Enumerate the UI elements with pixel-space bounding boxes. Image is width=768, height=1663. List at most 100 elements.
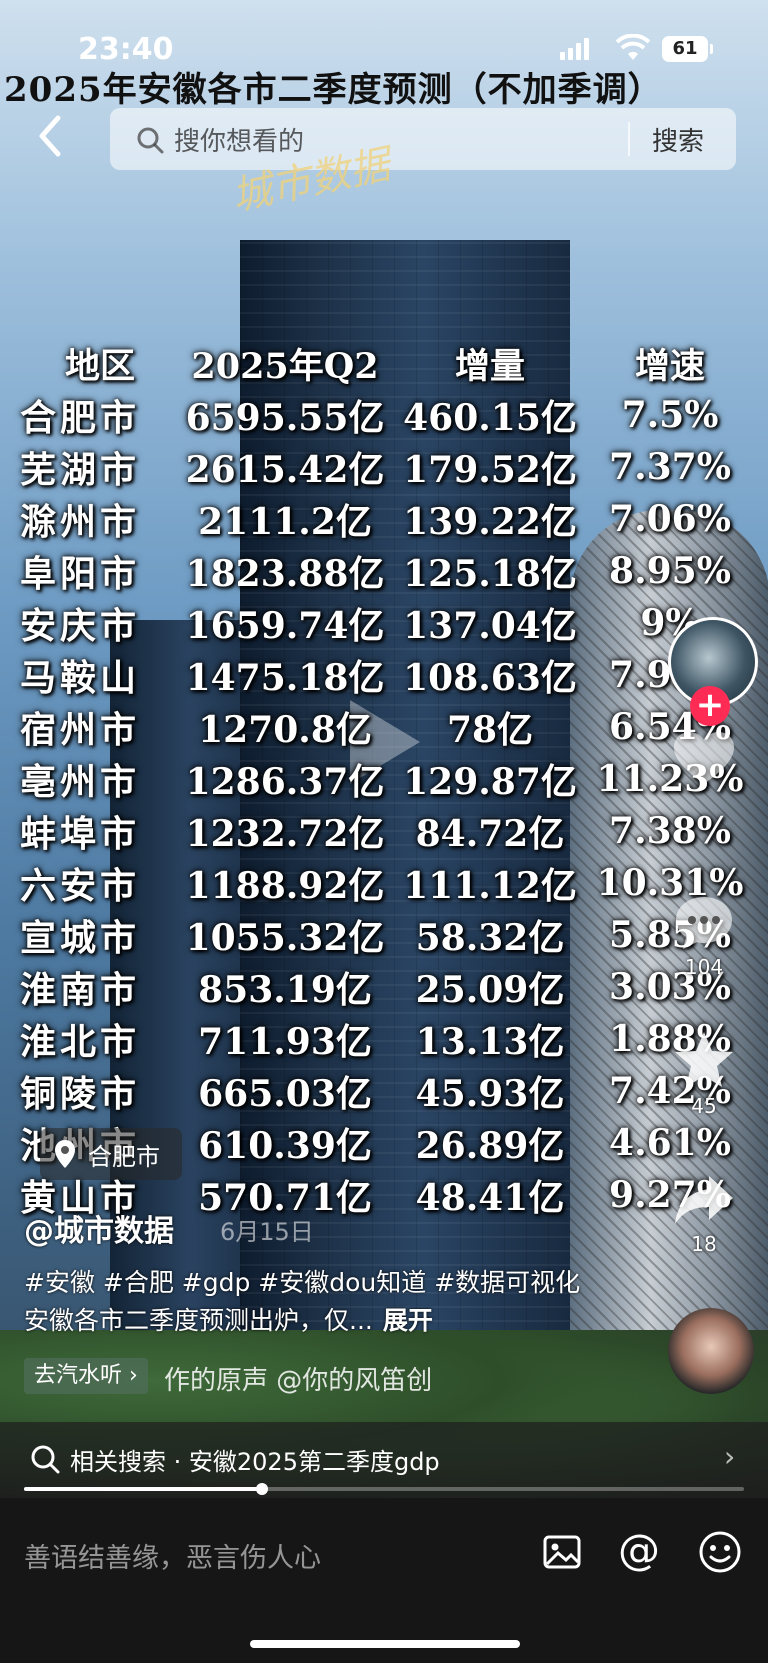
gdp-table: 地区 2025年Q2 增量 增速 合肥市 6595.55亿 460.15亿 7.5% 芜…: [20, 338, 750, 1221]
header-growth: 增速: [634, 346, 705, 387]
cell-increase: 179.52亿: [403, 449, 577, 491]
cell-q2-value: 610.39亿: [198, 1125, 372, 1167]
cell-q2-value: 711.93亿: [198, 1021, 372, 1063]
cell-increase: 111.12亿: [403, 865, 577, 907]
post-caption[interactable]: #安徽 #合肥 #gdp #安徽dou知道 #数据可视化 安徽各市二季度预测出炉…: [24, 1264, 584, 1340]
search-icon: [137, 127, 164, 154]
table-row: 马鞍山1475.18亿108.63亿7.95%: [20, 649, 750, 701]
table-header-row: 地区 2025年Q2 增量 增速: [20, 338, 750, 389]
table-row: 蚌埠市 1232.72亿 84.72亿 7.38%: [20, 805, 750, 857]
cell-increase: 45.93亿: [415, 1073, 565, 1115]
cell-growth: 8.95%: [609, 550, 731, 592]
share-count: 18: [691, 1232, 717, 1256]
cell-increase: 26.89亿: [415, 1125, 565, 1167]
progress-handle[interactable]: [255, 1483, 268, 1495]
music-disc[interactable]: [668, 1308, 754, 1394]
cell-q2-value: 2111.2亿: [198, 501, 372, 543]
table-row: 滁州市 2111.2亿 139.22亿 7.06%: [20, 493, 750, 545]
cell-q2-value: 1286.37亿: [185, 761, 385, 803]
cell-q2-value: 1475.18亿: [185, 657, 385, 699]
cell-region: 亳州市: [20, 761, 141, 803]
share-button[interactable]: 18: [650, 1172, 758, 1256]
table-row: 合肥市 6595.55亿 460.15亿 7.5%: [20, 389, 750, 441]
cell-growth: 7.06%: [609, 498, 731, 540]
cell-q2-value: 1055.32亿: [185, 917, 385, 959]
playback-progress[interactable]: [24, 1483, 744, 1495]
progress-fill: [24, 1487, 262, 1491]
caption-text: #安徽 #合肥 #gdp #安徽dou知道 #数据可视化 安徽各市二季度预测出炉…: [24, 1268, 581, 1335]
share-icon: [675, 1176, 733, 1224]
comment-bar: 善语结善缘，恶言伤人心 @: [0, 1498, 768, 1663]
table-row: 安庆市 1659.74亿 137.04亿 9%: [20, 597, 750, 649]
cell-increase: 48.41亿: [415, 1177, 565, 1219]
cell-q2-value: 1823.88亿: [185, 553, 385, 595]
search-bar[interactable]: 搜你想看的 搜索: [110, 108, 736, 170]
table-row: 阜阳市 1823.88亿 125.18亿 8.95%: [20, 545, 750, 597]
star-icon: [675, 1032, 733, 1087]
comment-button[interactable]: 104: [650, 895, 758, 979]
follow-button[interactable]: +: [690, 686, 730, 726]
search-icon: [31, 1445, 60, 1474]
author-handle[interactable]: @城市数据: [24, 1206, 174, 1250]
cell-increase: 460.15亿: [403, 397, 577, 439]
table-row: 淮南市 853.19亿 25.09亿 3.03%: [20, 961, 750, 1013]
cell-growth: 7.5%: [621, 394, 719, 436]
location-text: 合肥市: [88, 1142, 160, 1171]
expand-button[interactable]: 展开: [383, 1306, 433, 1335]
comment-count: 104: [684, 955, 724, 979]
cell-q2-value: 1188.92亿: [185, 865, 385, 907]
post-date: 6月15日: [220, 1218, 314, 1246]
cell-region: 滁州市: [20, 501, 141, 543]
cell-region: 阜阳市: [20, 553, 141, 595]
cell-region: 淮北市: [20, 1021, 141, 1063]
mention-icon[interactable]: @: [618, 1528, 660, 1572]
cell-growth: 7.38%: [609, 810, 731, 852]
cell-region: 宣城市: [20, 917, 141, 959]
cell-q2-value: 2615.42亿: [185, 449, 385, 491]
cell-region: 淮南市: [20, 969, 141, 1011]
back-arrow-icon[interactable]: [30, 108, 70, 164]
cell-region: 芜湖市: [20, 449, 141, 491]
battery-icon: 61: [662, 36, 713, 62]
wifi-icon: [616, 34, 650, 60]
header-increase: 增量: [454, 346, 525, 387]
cell-increase: 129.87亿: [403, 761, 577, 803]
location-pin-icon: [55, 1140, 75, 1168]
cell-q2-value: 1232.72亿: [185, 813, 385, 855]
table-row: 淮北市 711.93亿 13.13亿 1.88%: [20, 1013, 750, 1065]
cell-increase: 137.04亿: [403, 605, 577, 647]
cell-region: 蚌埠市: [20, 813, 141, 855]
cell-region: 安庆市: [20, 605, 141, 647]
like-button[interactable]: [650, 730, 758, 792]
cell-increase: 13.13亿: [415, 1021, 565, 1063]
cell-q2-value: 665.03亿: [198, 1073, 372, 1115]
cell-q2-value: 6595.55亿: [185, 397, 385, 439]
heart-icon: [674, 732, 734, 784]
video-title: 2025年安徽各市二季度预测（不加季调）: [4, 70, 663, 110]
comment-input[interactable]: 善语结善缘，恶言伤人心: [24, 1536, 321, 1575]
image-icon[interactable]: [542, 1532, 582, 1572]
table-row: 宿州市 1270.8亿 78亿 6.54%: [20, 701, 750, 753]
location-chip[interactable]: 合肥市: [40, 1128, 182, 1180]
cell-q2-value: 853.19亿: [198, 969, 372, 1011]
cell-region: 宿州市: [20, 709, 141, 751]
chevron-right-icon: ›: [724, 1440, 736, 1473]
favorite-button[interactable]: 45: [650, 1030, 758, 1118]
cell-increase: 84.72亿: [415, 813, 565, 855]
open-music-app-chip[interactable]: 去汽水听 ›: [24, 1358, 148, 1394]
table-row: 芜湖市 2615.42亿 179.52亿 7.37%: [20, 441, 750, 493]
search-button[interactable]: 搜索: [652, 121, 704, 158]
cell-region: 铜陵市: [20, 1073, 141, 1115]
cell-growth: 7.37%: [609, 446, 731, 488]
home-indicator: [250, 1640, 520, 1648]
cell-region: 合肥市: [20, 397, 141, 439]
table-row: 铜陵市 665.03亿 45.93亿 7.42%: [20, 1065, 750, 1117]
cell-increase: 58.32亿: [415, 917, 565, 959]
music-title[interactable]: 作的原声 @你的风笛创: [164, 1360, 432, 1397]
header-region: 地区: [64, 346, 135, 387]
header-q2: 2025年Q2: [191, 346, 379, 387]
table-row: 亳州市 1286.37亿 129.87亿 11.23%: [20, 753, 750, 805]
cell-increase: 108.63亿: [403, 657, 577, 699]
cell-region: 六安市: [20, 865, 141, 907]
emoji-icon[interactable]: [698, 1530, 742, 1574]
